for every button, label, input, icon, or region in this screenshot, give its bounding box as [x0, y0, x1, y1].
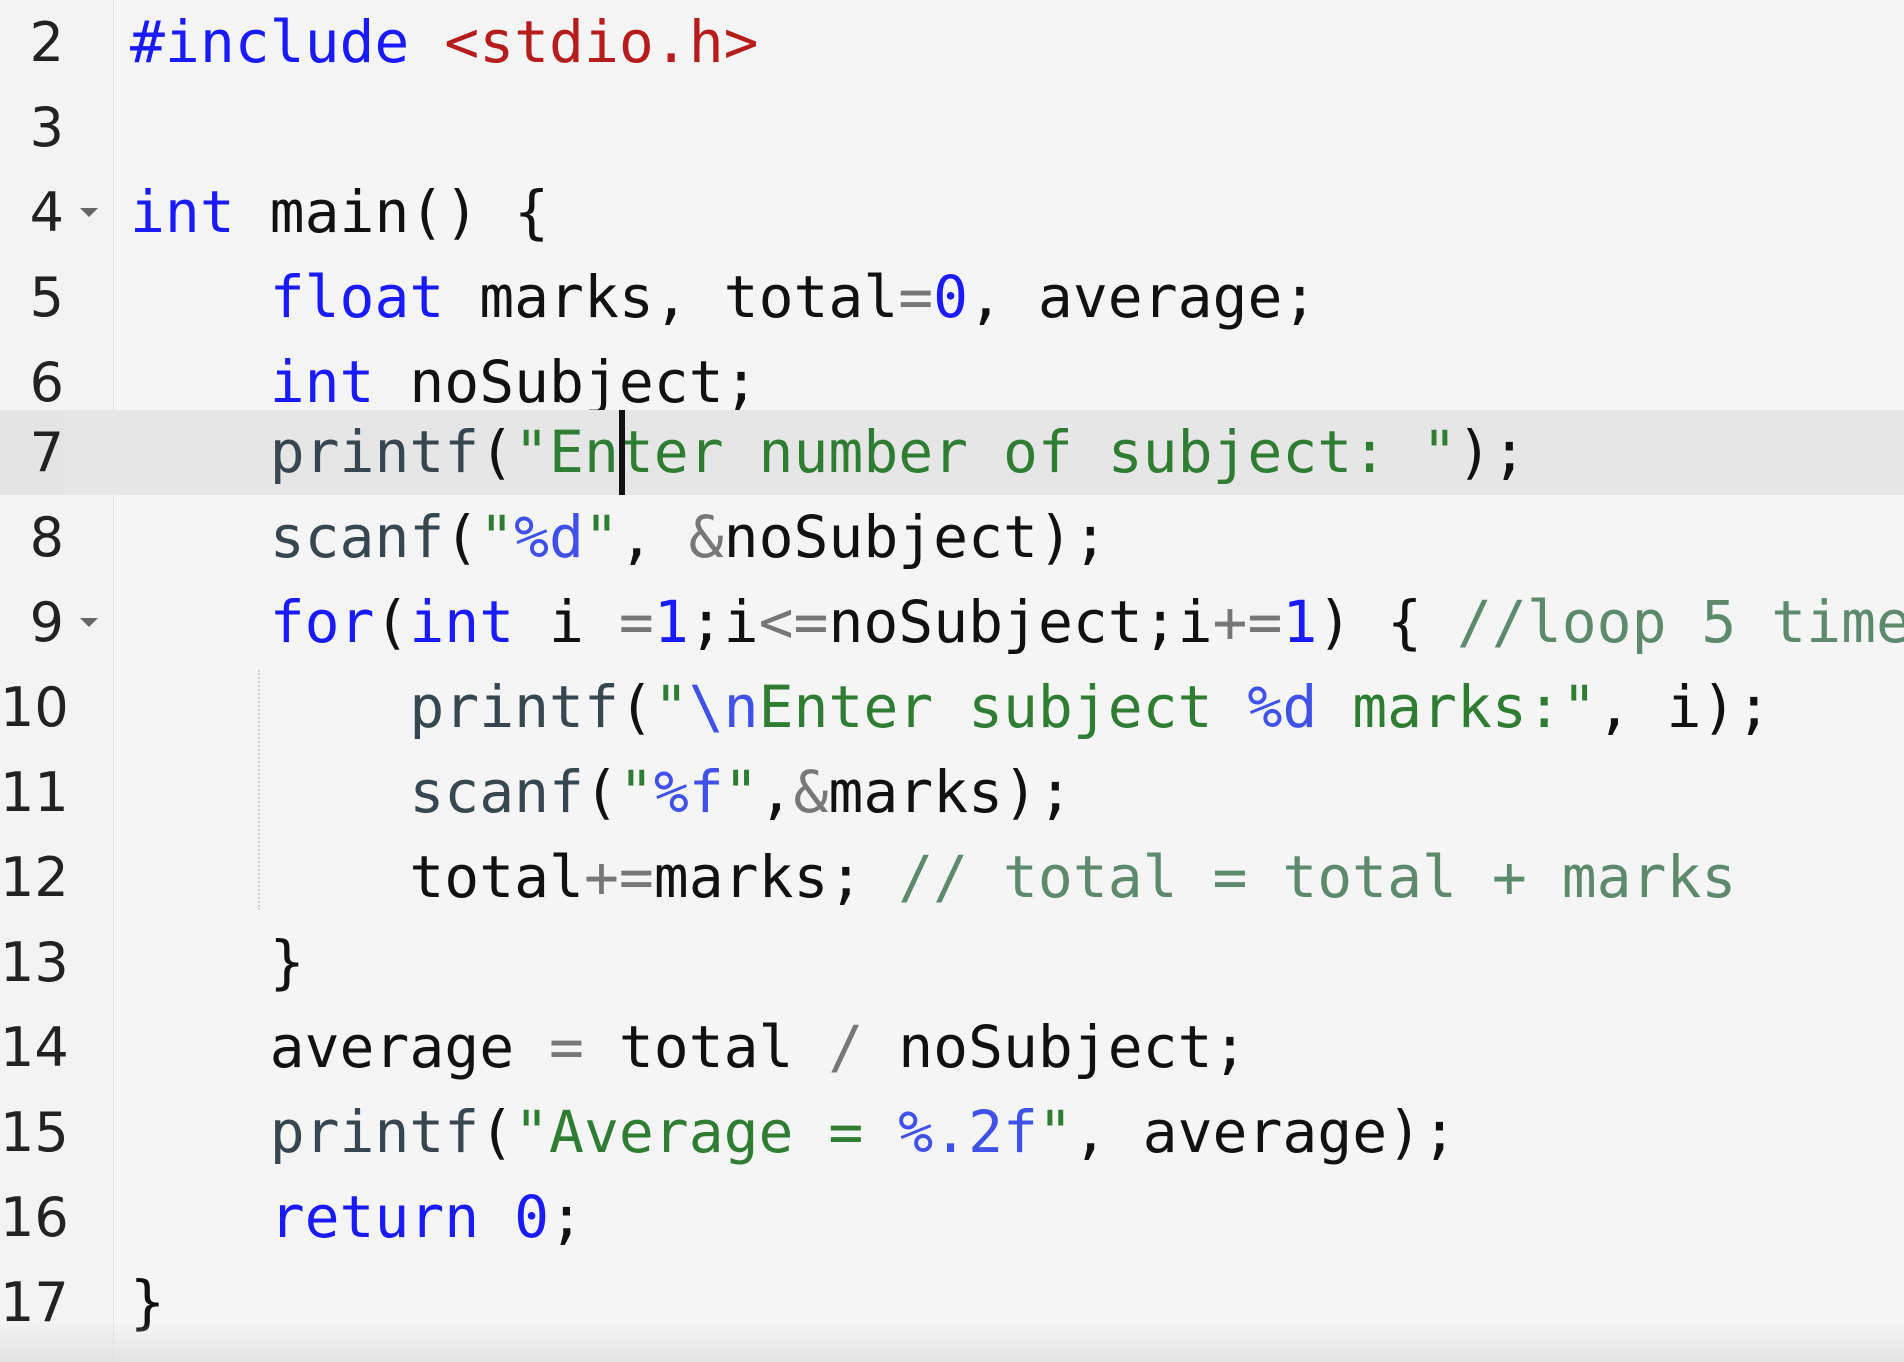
fold-arrow-icon[interactable] — [80, 618, 98, 627]
code-text[interactable]: scanf("%d", &noSubject); — [130, 495, 1108, 580]
line-number: 7 — [0, 410, 64, 495]
code-line[interactable]: 9 for(int i =1;i<=noSubject;i+=1) { //lo… — [0, 580, 1904, 665]
code-text[interactable]: #include <stdio.h> — [130, 0, 759, 85]
code-line[interactable]: 11 scanf("%f",&marks); — [0, 750, 1904, 835]
code-line[interactable]: 4 int main() { — [0, 170, 1904, 255]
code-editor[interactable]: 2 #include <stdio.h> 3 4 int main() { 5 … — [0, 0, 1904, 1362]
line-number: 13 — [0, 931, 69, 994]
code-text[interactable]: float marks, total=0, average; — [130, 255, 1318, 340]
code-line[interactable]: 15 printf("Average = %.2f", average); — [0, 1090, 1904, 1175]
text-cursor — [619, 410, 625, 495]
line-number: 3 — [29, 96, 64, 159]
code-line[interactable]: 16 return 0; — [0, 1175, 1904, 1260]
code-line[interactable]: 3 — [0, 85, 1904, 170]
code-text[interactable]: for(int i =1;i<=noSubject;i+=1) { //loop… — [130, 580, 1904, 665]
code-text[interactable]: scanf("%f",&marks); — [130, 750, 1073, 835]
line-number: 12 — [0, 846, 69, 909]
code-text[interactable]: average = total / noSubject; — [130, 1005, 1248, 1090]
line-number: 15 — [0, 1101, 69, 1164]
line-number: 9 — [29, 591, 64, 654]
code-text[interactable]: printf("Enter number of subject: "); — [130, 410, 1527, 495]
line-number: 11 — [0, 761, 69, 824]
code-line[interactable]: 10 printf("\nEnter subject %d marks:", i… — [0, 665, 1904, 750]
code-text[interactable]: } — [130, 920, 305, 1005]
line-number: 8 — [29, 506, 64, 569]
code-line[interactable]: 8 scanf("%d", &noSubject); — [0, 495, 1904, 580]
code-text[interactable]: total+=marks; // total = total + marks — [130, 835, 1736, 920]
line-number: 5 — [29, 266, 64, 329]
code-line[interactable]: 5 float marks, total=0, average; — [0, 255, 1904, 340]
code-line[interactable]: 14 average = total / noSubject; — [0, 1005, 1904, 1090]
code-text[interactable]: printf("\nEnter subject %d marks:", i); — [130, 665, 1771, 750]
code-line[interactable]: 13 } — [0, 920, 1904, 1005]
code-text[interactable]: printf("Average = %.2f", average); — [130, 1090, 1457, 1175]
code-text[interactable]: int main() { — [130, 170, 549, 255]
fold-arrow-icon[interactable] — [80, 208, 98, 217]
code-line[interactable]: 12 total+=marks; // total = total + mark… — [0, 835, 1904, 920]
line-number: 4 — [29, 181, 64, 244]
code-line-active[interactable]: 7 printf("Enter number of subject: "); — [0, 410, 1904, 495]
line-number: 2 — [29, 11, 64, 74]
code-text[interactable]: return 0; — [130, 1175, 584, 1260]
line-number: 16 — [0, 1186, 69, 1249]
code-line[interactable]: 2 #include <stdio.h> — [0, 0, 1904, 85]
line-number: 10 — [0, 676, 69, 739]
scroll-shadow — [0, 1322, 1904, 1362]
line-number: 14 — [0, 1016, 69, 1079]
